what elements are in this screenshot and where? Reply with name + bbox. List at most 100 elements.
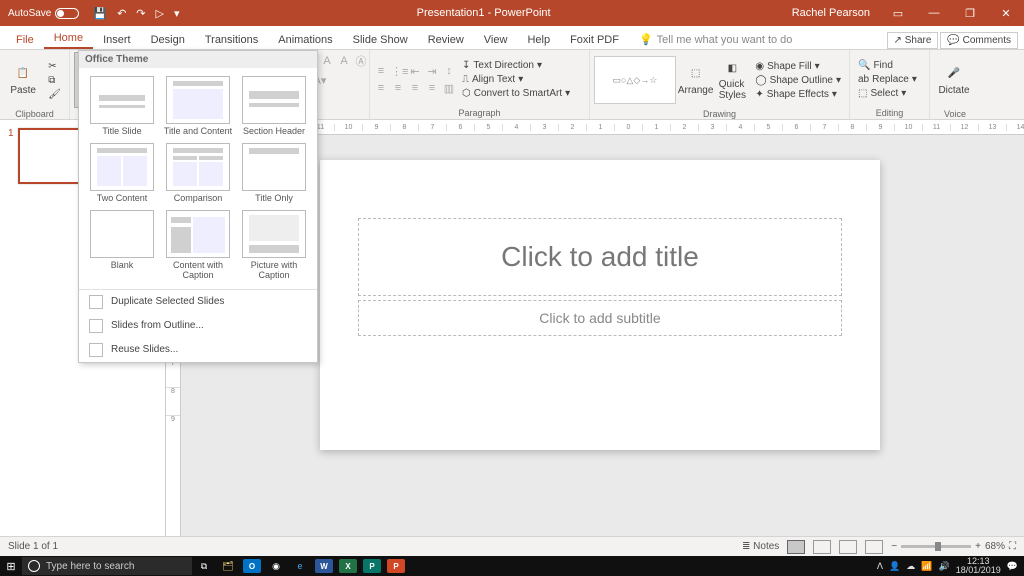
layout-picture-caption[interactable]: Picture with Caption	[239, 210, 309, 281]
comments-button[interactable]: 💬 Comments	[940, 32, 1018, 49]
layout-comparison[interactable]: Comparison	[163, 143, 233, 204]
title-placeholder[interactable]: Click to add title	[358, 218, 842, 296]
word-icon[interactable]: W	[312, 557, 336, 575]
user-name[interactable]: Rachel Pearson	[782, 7, 880, 19]
arrange-button[interactable]: ⬚Arrange	[678, 52, 714, 108]
justify-icon[interactable]: ≡	[425, 82, 439, 94]
people-icon[interactable]: 👤	[889, 561, 900, 572]
bullets-icon[interactable]: ≡	[374, 65, 388, 77]
taskbar-search[interactable]: Type here to search	[22, 557, 192, 575]
tab-view[interactable]: View	[474, 30, 518, 49]
start-slideshow-icon[interactable]: ▷	[156, 7, 164, 20]
explorer-icon[interactable]: 🗂	[216, 557, 240, 575]
tab-design[interactable]: Design	[141, 30, 195, 49]
notifications-icon[interactable]: 💬	[1007, 561, 1018, 572]
redo-icon[interactable]: ↷	[136, 7, 145, 20]
outlook-icon[interactable]: O	[240, 557, 264, 575]
duplicate-slides-cmd[interactable]: Duplicate Selected Slides	[79, 290, 317, 314]
slide[interactable]: Click to add title Click to add subtitle	[320, 160, 880, 450]
align-left-icon[interactable]: ≡	[374, 82, 388, 94]
align-text-button[interactable]: ⎍ Align Text ▾	[458, 73, 574, 86]
autosave-toggle[interactable]: AutoSave	[0, 8, 87, 19]
smartart-button[interactable]: ⬡ Convert to SmartArt ▾	[458, 87, 574, 100]
close-icon[interactable]: ✕	[988, 7, 1024, 20]
tab-file[interactable]: File	[6, 30, 44, 49]
chrome-icon[interactable]: ◉	[264, 557, 288, 575]
maximize-icon[interactable]: ❐	[952, 7, 988, 20]
layout-title-only[interactable]: Title Only	[239, 143, 309, 204]
quick-styles-button[interactable]: ◧Quick Styles	[715, 52, 749, 108]
edge-icon[interactable]: e	[288, 557, 312, 575]
minimize-icon[interactable]: —	[916, 7, 952, 20]
start-button[interactable]: ⊞	[0, 560, 22, 573]
qat-more-icon[interactable]: ▾	[174, 7, 180, 20]
paste-button[interactable]: 📋Paste	[4, 52, 42, 108]
slides-from-outline-cmd[interactable]: Slides from Outline...	[79, 314, 317, 338]
subtitle-placeholder[interactable]: Click to add subtitle	[358, 300, 842, 336]
zoom-value[interactable]: 68%	[985, 541, 1005, 552]
tab-insert[interactable]: Insert	[93, 30, 141, 49]
align-center-icon[interactable]: ≡	[391, 82, 405, 94]
notes-button[interactable]: ≣ Notes	[742, 541, 779, 552]
layout-blank[interactable]: Blank	[87, 210, 157, 281]
tab-help[interactable]: Help	[517, 30, 560, 49]
tray-chevron-icon[interactable]: ᐱ	[877, 561, 883, 572]
layout-content-caption[interactable]: Content with Caption	[163, 210, 233, 281]
sorter-view-icon[interactable]	[813, 540, 831, 554]
format-painter-button[interactable]: 🖌	[44, 88, 65, 101]
shape-effects-button[interactable]: ✦ Shape Effects ▾	[751, 88, 845, 101]
tab-animations[interactable]: Animations	[268, 30, 342, 49]
wifi-icon[interactable]: 📶	[921, 561, 932, 572]
indent-more-icon[interactable]: ⇥	[425, 65, 439, 78]
volume-icon[interactable]: 🔊	[939, 561, 950, 572]
layout-two-content[interactable]: Two Content	[87, 143, 157, 204]
zoom-slider[interactable]	[901, 545, 971, 548]
text-direction-button[interactable]: ↧ Text Direction ▾	[458, 59, 574, 72]
increase-font-icon[interactable]: A	[320, 55, 334, 67]
cut-button[interactable]: ✂	[44, 60, 65, 73]
excel-icon[interactable]: X	[336, 557, 360, 575]
shapes-gallery[interactable]: ▭○△◇→☆	[594, 56, 676, 104]
ribbon-options-icon[interactable]: ▭	[880, 7, 916, 20]
undo-icon[interactable]: ↶	[117, 7, 126, 20]
dictate-button[interactable]: 🎤Dictate	[934, 52, 974, 108]
cloud-icon[interactable]: ☁	[906, 561, 915, 572]
tab-foxit[interactable]: Foxit PDF	[560, 30, 629, 49]
clear-format-icon[interactable]: Ⓐ	[354, 53, 368, 69]
save-icon[interactable]: 💾	[93, 7, 107, 20]
columns-icon[interactable]: ▥	[442, 82, 456, 95]
tab-home[interactable]: Home	[44, 28, 93, 49]
zoom-out-icon[interactable]: −	[891, 541, 897, 552]
select-button[interactable]: ⬚ Select ▾	[854, 87, 921, 100]
zoom-in-icon[interactable]: +	[975, 541, 981, 552]
decrease-font-icon[interactable]: A	[337, 55, 351, 67]
replace-button[interactable]: ab Replace ▾	[854, 73, 921, 86]
layout-title-content[interactable]: Title and Content	[163, 76, 233, 137]
line-spacing-icon[interactable]: ↕	[442, 65, 456, 77]
tab-slideshow[interactable]: Slide Show	[343, 30, 418, 49]
zoom-control[interactable]: − +68% ⛶	[891, 541, 1016, 552]
tab-transitions[interactable]: Transitions	[195, 30, 268, 49]
fit-window-icon[interactable]: ⛶	[1009, 541, 1016, 552]
align-right-icon[interactable]: ≡	[408, 82, 422, 94]
reuse-slides-cmd[interactable]: Reuse Slides...	[79, 338, 317, 362]
title-bar: AutoSave 💾 ↶ ↷ ▷ ▾ Presentation1 - Power…	[0, 0, 1024, 26]
shape-outline-button[interactable]: ◯ Shape Outline ▾	[751, 74, 845, 87]
copy-button[interactable]: ⧉	[44, 74, 65, 87]
tell-me-search[interactable]: 💡Tell me what you want to do	[629, 29, 887, 49]
indent-less-icon[interactable]: ⇤	[408, 65, 422, 78]
numbering-icon[interactable]: ⋮≡	[391, 65, 405, 78]
powerpoint-icon[interactable]: P	[384, 557, 408, 575]
reading-view-icon[interactable]	[839, 540, 857, 554]
slideshow-view-icon[interactable]	[865, 540, 883, 554]
layout-title-slide[interactable]: Title Slide	[87, 76, 157, 137]
system-tray[interactable]: ᐱ 👤 ☁ 📶 🔊 12:13 18/01/2019 💬	[871, 557, 1024, 575]
shape-fill-button[interactable]: ◉ Shape Fill ▾	[751, 60, 845, 73]
layout-section-header[interactable]: Section Header	[239, 76, 309, 137]
share-button[interactable]: ↗ Share	[887, 32, 939, 49]
task-view-icon[interactable]: ⧉	[192, 557, 216, 575]
normal-view-icon[interactable]	[787, 540, 805, 554]
tab-review[interactable]: Review	[418, 30, 474, 49]
find-button[interactable]: 🔍 Find	[854, 59, 921, 72]
publisher-icon[interactable]: P	[360, 557, 384, 575]
